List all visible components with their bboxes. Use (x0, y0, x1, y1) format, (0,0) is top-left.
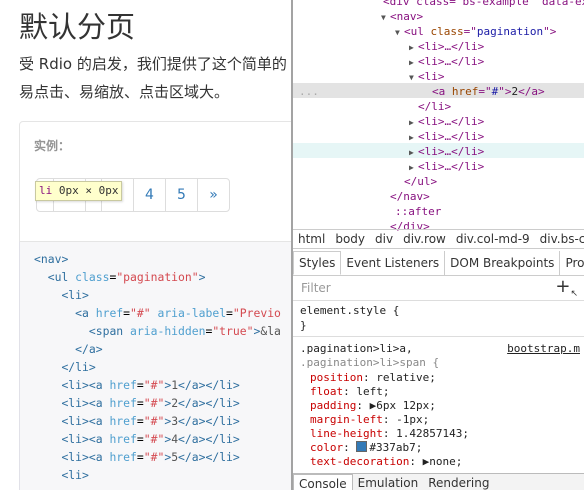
collapsed-arrow-icon[interactable]: ▶ (409, 40, 418, 55)
css-property-position[interactable]: position: relative; (310, 371, 436, 385)
code-line: <li><a href="#">3</a></li> (61, 414, 240, 428)
breadcrumb-item[interactable]: html (293, 232, 330, 246)
pagination-item-5[interactable]: 5 (165, 179, 197, 211)
dom-line-a[interactable]: <a href="#">2</a> (432, 84, 545, 99)
rule-selector-2[interactable]: .pagination>li>span { (300, 356, 439, 370)
collapsed-arrow-icon[interactable]: ▶ (409, 160, 418, 175)
expanded-arrow-icon[interactable]: ▼ (381, 10, 390, 25)
dom-line-ul[interactable]: ▼ <ul class="pagination"> (395, 24, 556, 39)
breadcrumb-item[interactable]: div (370, 232, 398, 246)
new-style-rule-button[interactable]: +↖ (555, 276, 578, 299)
dom-line-li-6[interactable]: ▶ <li>…</li> (409, 144, 484, 159)
color-swatch-icon[interactable] (356, 441, 368, 452)
dom-line-li-1[interactable]: ▶ <li>…</li> (409, 39, 484, 54)
code-line: <li><a href="#">1</a></li> (61, 378, 240, 392)
dom-line-div[interactable]: <div class="bs-example" data-ex (383, 0, 584, 9)
pagination-next[interactable]: » (197, 179, 229, 211)
pagination-item-4[interactable]: 4 (133, 179, 165, 211)
tab-console[interactable]: Console (293, 474, 353, 490)
collapsed-arrow-icon[interactable]: ▶ (409, 55, 418, 70)
dom-line-li-close[interactable]: </li> (418, 99, 451, 114)
css-property-text-decoration[interactable]: text-decoration: ▶none; (310, 455, 462, 469)
tab-emulation[interactable]: Emulation (353, 474, 424, 490)
css-property-color[interactable]: color: #337ab7; (310, 441, 422, 455)
filter-input[interactable]: Filter (301, 281, 331, 295)
dom-line-after[interactable]: ::after (395, 204, 441, 219)
element-style-selector[interactable]: element.style { (300, 304, 399, 318)
code-line: <li><a href="#">4</a></li> (61, 432, 240, 446)
collapsed-arrow-icon[interactable]: ▶ (409, 145, 418, 160)
code-line: <li> (61, 468, 89, 482)
dom-ellipsis: ... (299, 85, 319, 98)
code-line: <li> (61, 288, 89, 302)
rule-separator (293, 336, 584, 337)
code-line: <li><a href="#">5</a></li> (61, 450, 240, 464)
tab-event-listeners[interactable]: Event Listeners (341, 251, 446, 275)
lead-text-line2: 易点击、易缩放、点击区域大。 (19, 83, 230, 101)
code-line: <ul class="pagination"> (47, 270, 206, 284)
cursor-icon: ↖ (570, 289, 578, 299)
rule-selector-1[interactable]: .pagination>li>a, (300, 342, 413, 356)
stylesheet-link[interactable]: bootstrap.m (507, 342, 580, 355)
tab-dom-breakpoints[interactable]: DOM Breakpoints (445, 251, 561, 275)
dom-line-nav[interactable]: ▼ <nav> (381, 9, 423, 24)
dom-line-li-4[interactable]: ▶ <li>…</li> (409, 114, 484, 129)
code-line: <nav> (34, 252, 69, 266)
expanded-arrow-icon[interactable]: ▼ (395, 25, 404, 40)
page-title: 默认分页 (19, 10, 136, 44)
code-block: <nav> <ul class="pagination"> <li> <a hr… (19, 241, 291, 490)
webpage-pane: 默认分页 受 Rdio 的启发，我们提供了这个简单的 易点击、易缩放、点击区域大… (0, 0, 291, 490)
dom-line-nav-close[interactable]: </nav> (390, 189, 430, 204)
example-label: 实例： (34, 139, 71, 153)
code-line: </a> (75, 342, 103, 356)
sidebar-tabs: Styles Event Listeners DOM Breakpoints P… (293, 251, 584, 276)
tooltip-size: 0px × 0px (58, 184, 119, 197)
collapsed-arrow-icon[interactable]: ▶ (409, 130, 418, 145)
dom-line-li-3[interactable]: ▼ <li> (409, 69, 445, 84)
breadcrumb-item[interactable]: div.col-md-9 (451, 232, 535, 246)
devtools-panel: <div class="bs-example" data-ex ▼ <nav> ▼… (291, 0, 584, 490)
code-line: <a href="#" aria-label="Previo (75, 306, 281, 320)
dom-line-li-5[interactable]: ▶ <li>…</li> (409, 129, 484, 144)
inspect-tooltip: li 0px × 0px (35, 181, 123, 201)
breadcrumb: html body div div.row div.col-md-9 div.b… (293, 229, 584, 249)
code-line: <span aria-hidden="true">&la (88, 324, 281, 338)
tab-properties[interactable]: Properties (560, 251, 584, 275)
tab-styles[interactable]: Styles (293, 251, 342, 275)
expanded-arrow-icon[interactable]: ▼ (409, 70, 418, 85)
styles-filter: Filter +↖ (293, 276, 584, 301)
css-property-line-height[interactable]: line-height: 1.42857143; (310, 427, 469, 441)
code-line: </li> (61, 360, 96, 374)
breadcrumb-item[interactable]: div.row (398, 232, 451, 246)
code-line: <li><a href="#">2</a></li> (61, 396, 240, 410)
lead-text-line1: 受 Rdio 的启发，我们提供了这个简单的 (19, 55, 287, 73)
css-property-padding[interactable]: padding: ▶6px 12px; (310, 399, 436, 413)
dom-line-li-2[interactable]: ▶ <li>…</li> (409, 54, 484, 69)
drawer-tabs: Console Emulation Rendering (293, 473, 584, 490)
collapsed-arrow-icon[interactable]: ▶ (409, 115, 418, 130)
css-property-margin-left[interactable]: margin-left: -1px; (310, 413, 429, 427)
element-style-close: } (300, 319, 307, 332)
breadcrumb-item[interactable]: div.bs-c (535, 232, 584, 246)
dom-line-ul-close[interactable]: </ul> (404, 174, 437, 189)
dom-line-li-7[interactable]: ▶ <li>…</li> (409, 159, 484, 174)
css-property-float[interactable]: float: left; (310, 385, 390, 399)
tab-rendering[interactable]: Rendering (423, 474, 494, 490)
breadcrumb-item[interactable]: body (330, 232, 370, 246)
tooltip-tag: li (39, 184, 53, 197)
